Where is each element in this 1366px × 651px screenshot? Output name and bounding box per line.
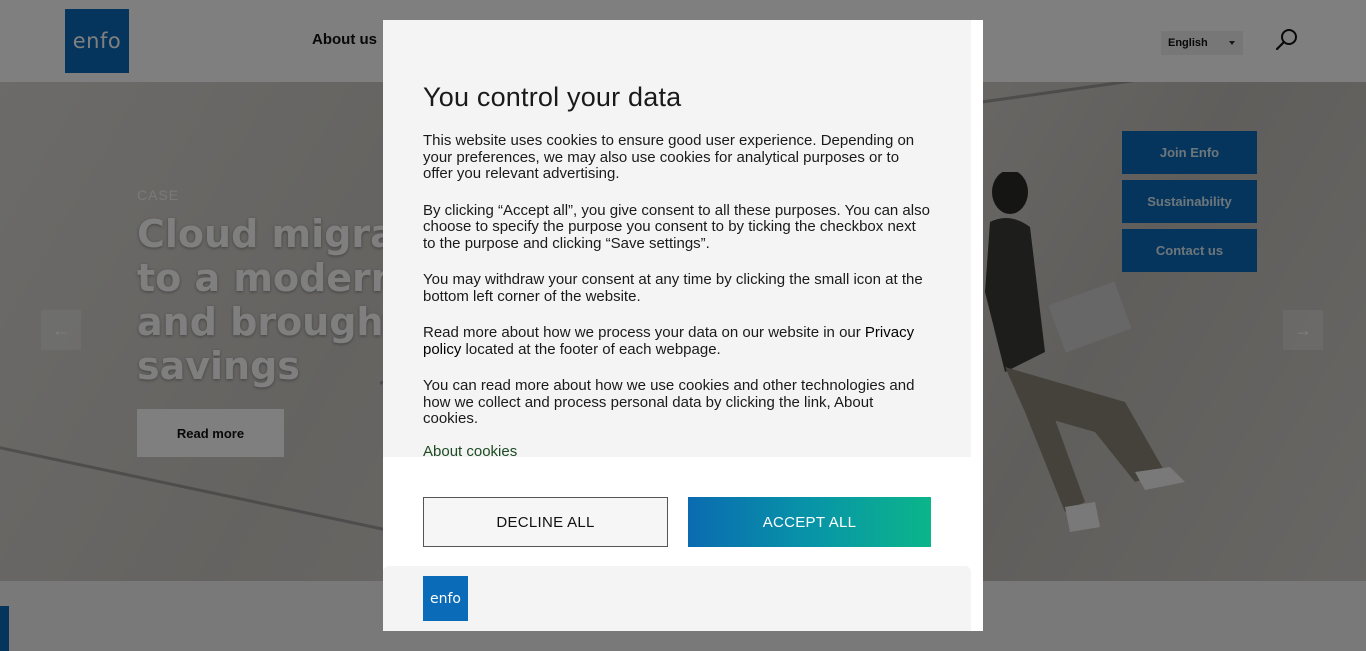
scrollbar[interactable] [971,20,983,457]
cookie-consent-dialog: You control your data This website uses … [383,20,983,631]
privacy-prefix: Read more about how we process your data… [423,324,861,341]
cookie-paragraph: This website uses cookies to ensure good… [423,132,915,182]
privacy-suffix: located at the footer of each webpage. [465,340,721,358]
dialog-footer: enfo [383,566,971,631]
dialog-title: You control your data [423,82,682,112]
decline-all-button[interactable]: DECLINE ALL [423,497,668,547]
enfo-logo: enfo [423,576,468,621]
cookie-text-panel[interactable]: You control your data This website uses … [383,20,971,457]
about-cookies-link[interactable]: About cookies [423,443,517,458]
privacy-paragraph: Read more about how we process your data… [423,324,931,358]
cookie-paragraph: You can read more about how we use cooki… [423,377,915,427]
cookie-paragraph: You may withdraw your consent at any tim… [423,271,923,305]
accept-all-button[interactable]: ACCEPT ALL [688,497,931,547]
cookie-paragraph: By clicking “Accept all”, you give conse… [423,201,930,252]
